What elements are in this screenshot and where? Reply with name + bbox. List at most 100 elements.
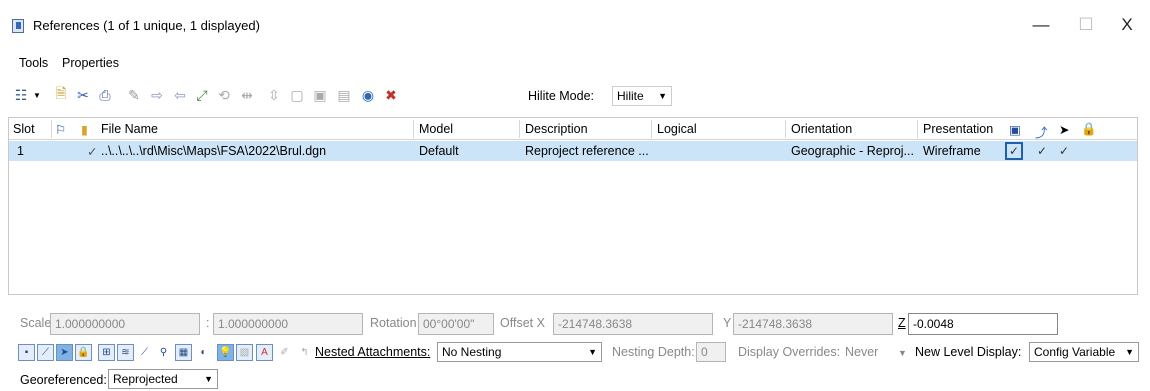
exchange-reference-icon[interactable]: ✎ [125,86,143,104]
display-check[interactable]: ✓ [87,144,97,159]
z-field[interactable]: -0.0048 [908,313,1058,335]
col-orientation[interactable]: Orientation [791,122,852,136]
true-scale-icon[interactable]: ⊞ [98,344,115,361]
detach-reference-icon[interactable]: ✂ [74,86,92,104]
col-presentation[interactable]: Presentation [923,122,993,136]
scale-colon: : [206,316,210,330]
col-separator[interactable] [651,120,652,138]
window-title: References (1 of 1 unique, 1 displayed) [33,18,260,33]
pen-table-icon[interactable]: ✐ [276,344,293,361]
attach-reference-icon[interactable]: 🗎 [52,85,70,104]
text-toggle-icon[interactable]: A [256,344,273,361]
geo-chevron-down-icon: ▼ [204,374,213,384]
offset-x-label: Offset X [500,316,545,330]
delete-reference-icon[interactable]: ✖ [382,86,400,104]
locate-toggle-icon[interactable]: ➤ [56,344,73,361]
flag-column-icon[interactable]: ⚐ [55,122,66,137]
table-header: Slot ⚐ ▮ File Name Model Description Log… [9,118,1137,140]
col-separator[interactable] [785,120,786,138]
slot-cell: 1 [17,144,24,158]
col-separator[interactable] [51,120,52,138]
scale-line-styles-icon[interactable]: ≋ [117,344,134,361]
hilite-mode-label: Hilite Mode: [528,89,594,103]
nesting-depth-label: Nesting Depth: [612,345,695,359]
clip-boundary-icon[interactable]: ▢ [288,86,306,104]
lock-column-icon[interactable]: 🔒 [1081,122,1097,137]
file-name-cell: ..\..\..\..\rd\Misc\Maps\FSA\2022\Brul.d… [101,144,327,158]
nested-attachments-select[interactable]: No Nesting ▼ [437,342,602,362]
mirror-vertical-icon[interactable]: ⇳ [265,86,283,104]
menu-bar: Tools Properties [0,50,1150,76]
display-overrides-value[interactable]: Never [845,345,878,359]
y-field[interactable]: -214748.3638 [733,313,893,335]
snap-column-icon[interactable]: ▣ [1009,122,1021,137]
offset-x-field[interactable]: -214748.3638 [553,313,713,335]
table-row[interactable]: 1 ✓ ..\..\..\..\rd\Misc\Maps\FSA\2022\Br… [9,141,1137,161]
col-slot[interactable]: Slot [13,122,35,136]
hilite-chevron-down-icon: ▼ [658,91,667,101]
camera-icon[interactable]: ◐ [195,344,212,361]
copy-reference-icon[interactable]: ⇦ [171,86,189,104]
scale-label: Scale [20,316,52,330]
raster-icon[interactable]: ▧ [236,344,253,361]
col-separator[interactable] [519,120,520,138]
rotate-reference-icon[interactable]: ⟲ [215,86,233,104]
make-direct-attachment-icon[interactable]: ◉ [359,86,377,104]
mirror-horizontal-icon[interactable]: ⇹ [238,86,256,104]
menu-tools[interactable]: Tools [19,56,48,70]
ignore-attachment-icon[interactable]: ⟋ [136,344,153,361]
minimize-button[interactable]: — [1018,10,1064,40]
level-icon[interactable]: ⚲ [155,344,172,361]
rotation-field[interactable]: 00°00'00" [418,313,494,335]
reload-reference-icon[interactable]: ⎙ [96,86,114,104]
newlevel-chevron-down-icon: ▼ [1125,347,1134,357]
lock-toggle-icon[interactable]: 🔒 [75,344,92,361]
col-model[interactable]: Model [419,122,453,136]
scale-field-2[interactable]: 1.000000000 [213,313,363,335]
menu-properties[interactable]: Properties [62,56,119,70]
hook-icon[interactable]: ↰ [296,344,313,361]
nested-chevron-down-icon: ▼ [588,347,597,357]
scale-field-1[interactable]: 1.000000000 [50,313,200,335]
orientation-cell: Geographic - Reproj... [791,144,914,158]
presentation-cell: Wireframe [923,144,981,158]
georeferenced-select[interactable]: Reprojected ▼ [108,369,218,389]
col-description[interactable]: Description [525,122,588,136]
description-cell: Reproject reference ... [525,144,649,158]
nesting-depth-field[interactable]: 0 [696,342,726,362]
y-label: Y [723,316,732,330]
references-table: Slot ⚐ ▮ File Name Model Description Log… [8,117,1138,295]
scale-reference-icon[interactable]: ⤢ [193,86,211,104]
z-label: Z [898,316,906,330]
title-bar: References (1 of 1 unique, 1 displayed) … [0,0,1150,50]
rotation-label: Rotation [370,316,417,330]
col-separator[interactable] [917,120,918,138]
grid-toggle-icon[interactable]: ▦ [175,344,192,361]
references-app-icon [12,19,24,33]
col-file-name[interactable]: File Name [101,122,158,136]
display-toggle-icon[interactable]: ▪ [18,344,35,361]
move-reference-icon[interactable]: ⇨ [148,86,166,104]
new-level-display-label: New Level Display: [915,345,1022,359]
hilite-mode-select[interactable]: Hilite ▼ [612,86,672,106]
snap-checkbox[interactable]: ✓ [1005,142,1023,160]
locate-checkbox[interactable]: ✓ [1033,142,1051,160]
maximize-button[interactable]: ☐ [1063,10,1109,40]
tree-dropdown-icon[interactable]: ▼ [28,86,46,104]
pointer-column-icon[interactable]: ➤ [1059,122,1069,137]
pointer-checkbox[interactable]: ✓ [1055,142,1073,160]
snap-toggle-icon[interactable]: ⟋ [37,344,54,361]
clip-mask-icon[interactable]: ▣ [311,86,329,104]
model-cell: Default [419,144,459,158]
close-button[interactable]: X [1104,10,1150,40]
display-overrides-label: Display Overrides: [738,345,841,359]
locate-column-icon[interactable]: ⤴ [1035,122,1048,141]
col-separator[interactable] [413,120,414,138]
overrides-chevron-down-icon[interactable]: ▼ [898,348,907,358]
clip-delete-icon[interactable]: ▤ [335,86,353,104]
new-level-display-select[interactable]: Config Variable ▼ [1029,342,1139,362]
light-icon[interactable]: 💡 [217,344,234,361]
display-column-icon[interactable]: ▮ [81,122,88,137]
col-logical[interactable]: Logical [657,122,697,136]
georeferenced-label: Georeferenced: [20,373,107,387]
